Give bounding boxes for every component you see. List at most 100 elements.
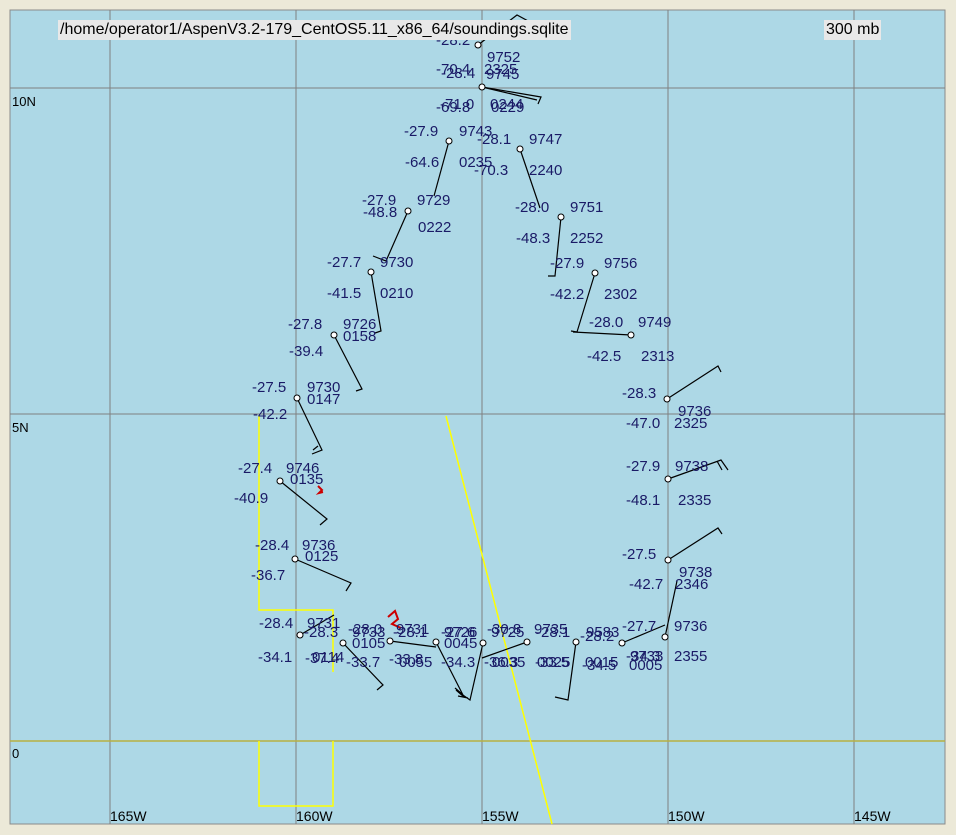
station-dew: -41.5 — [327, 285, 361, 302]
station-circle[interactable] — [291, 555, 299, 563]
station-circle[interactable] — [618, 639, 626, 647]
station-dew: -48.8 — [363, 204, 397, 221]
station-circle[interactable] — [478, 83, 486, 91]
station-circle[interactable] — [663, 395, 671, 403]
station-temp: -28.1 — [536, 624, 570, 641]
station-temp: -28.3 — [622, 385, 656, 402]
station-time: 0210 — [380, 285, 413, 302]
station-circle[interactable] — [404, 207, 412, 215]
station-dew: -48.1 — [626, 492, 660, 509]
station-dew: -33.7 — [346, 654, 380, 671]
station-time: 2252 — [570, 230, 603, 247]
station-temp: -27.4 — [238, 460, 272, 477]
lon-label-160w: 160W — [296, 808, 333, 824]
station-pres: 9736 — [674, 618, 707, 635]
station-temp: -28.2 — [580, 628, 614, 645]
station-pres: 9749 — [638, 314, 671, 331]
station-time: 0125 — [305, 548, 338, 565]
pressure-level-label: 300 mb — [824, 20, 882, 40]
station-dew: -34.5 — [582, 657, 616, 674]
station-pres: 9745 — [486, 66, 519, 83]
station-circle[interactable] — [296, 631, 304, 639]
station-pres: 9756 — [604, 255, 637, 272]
station-temp: -27.8 — [288, 316, 322, 333]
station-dew: -36.7 — [251, 567, 285, 584]
station-dew: -34.1 — [258, 649, 292, 666]
station-circle[interactable] — [276, 477, 284, 485]
station-dew: -37.4 — [305, 650, 339, 667]
file-path-label: /home/operator1/AspenV3.2-179_CentOS5.11… — [58, 20, 571, 40]
station-pres: 9738 — [675, 458, 708, 475]
lon-label-165w: 165W — [110, 808, 147, 824]
station-time: 2302 — [604, 286, 637, 303]
station-circle[interactable] — [367, 268, 375, 276]
station-time: 0147 — [307, 391, 340, 408]
lat-label-0: 0 — [12, 746, 20, 761]
station-pres: 9747 — [529, 131, 562, 148]
station-time: 2240 — [529, 162, 562, 179]
station-temp: -27.5 — [622, 546, 656, 563]
station-circle[interactable] — [523, 638, 531, 646]
station-circle[interactable] — [479, 639, 487, 647]
station-circle[interactable] — [330, 331, 338, 339]
station-circle[interactable] — [591, 269, 599, 277]
station-dew: -70.3 — [474, 162, 508, 179]
station-temp: -27.9 — [626, 458, 660, 475]
station-temp: -27.7 — [622, 618, 656, 635]
station-circle[interactable] — [627, 331, 635, 339]
station-circle[interactable] — [432, 638, 440, 646]
station-dew: -34.3 — [626, 648, 660, 665]
station-dew: -36.3 — [484, 654, 518, 671]
station-temp: -27.5 — [252, 379, 286, 396]
station-dew: -33.8 — [389, 651, 423, 668]
lon-label-145w: 145W — [854, 808, 891, 824]
station-dew: -42.2 — [253, 406, 287, 423]
lon-label-155w: 155W — [482, 808, 519, 824]
station-circle[interactable] — [661, 633, 669, 641]
station-dew: -40.9 — [234, 490, 268, 507]
station-temp: -28.1 — [477, 131, 511, 148]
station-dew: -64.6 — [405, 154, 439, 171]
station-temp: -27.9 — [404, 123, 438, 140]
station-time: 2346 — [675, 576, 708, 593]
station-temp: -28.4 — [255, 537, 289, 554]
station-time: 0135 — [290, 471, 323, 488]
station-temp: -28.0 — [589, 314, 623, 331]
station-circle[interactable] — [664, 556, 672, 564]
station-dew: -42.5 — [587, 348, 621, 365]
station-pres: 9751 — [570, 199, 603, 216]
map-canvas[interactable]: -28.2 9752 -70.4 2325 -28.4 9745 -71.0 0… — [0, 0, 956, 835]
station-dew: -42.7 — [629, 576, 663, 593]
station-dew: -42.2 — [550, 286, 584, 303]
lat-label-10n: 10N — [12, 94, 36, 109]
station-dew: -48.3 — [516, 230, 550, 247]
station-temp: -30.8 — [487, 621, 521, 638]
station-dew: -69.8 — [436, 99, 470, 116]
station-pres: 9730 — [380, 254, 413, 271]
station-temp: -27.6 — [441, 624, 475, 641]
station-circle[interactable] — [445, 137, 453, 145]
station-circle[interactable] — [293, 394, 301, 402]
station-dew: -47.0 — [626, 415, 660, 432]
station-time: 0222 — [418, 219, 451, 236]
station-circle[interactable] — [572, 638, 580, 646]
lat-label-5n: 5N — [12, 420, 29, 435]
station-circle[interactable] — [474, 41, 482, 49]
station-dew: -34.3 — [441, 654, 475, 671]
station-temp: -28.3 — [304, 624, 338, 641]
station-temp: -28.1 — [393, 624, 427, 641]
station-circle[interactable] — [339, 639, 347, 647]
station-dew: -39.4 — [289, 343, 323, 360]
station-circle[interactable] — [557, 213, 565, 221]
station-time: 2313 — [641, 348, 674, 365]
station-pres: 9729 — [417, 192, 450, 209]
station-time: 2355 — [674, 648, 707, 665]
station-circle[interactable] — [664, 475, 672, 483]
station-temp: -28.4 — [259, 615, 293, 632]
station-circle[interactable] — [516, 145, 524, 153]
station-temp: -27.9 — [550, 255, 584, 272]
station-temp: -27.7 — [327, 254, 361, 271]
station-time: 2335 — [678, 492, 711, 509]
lon-label-150w: 150W — [668, 808, 705, 824]
station-temp: -28.0 — [348, 621, 382, 638]
